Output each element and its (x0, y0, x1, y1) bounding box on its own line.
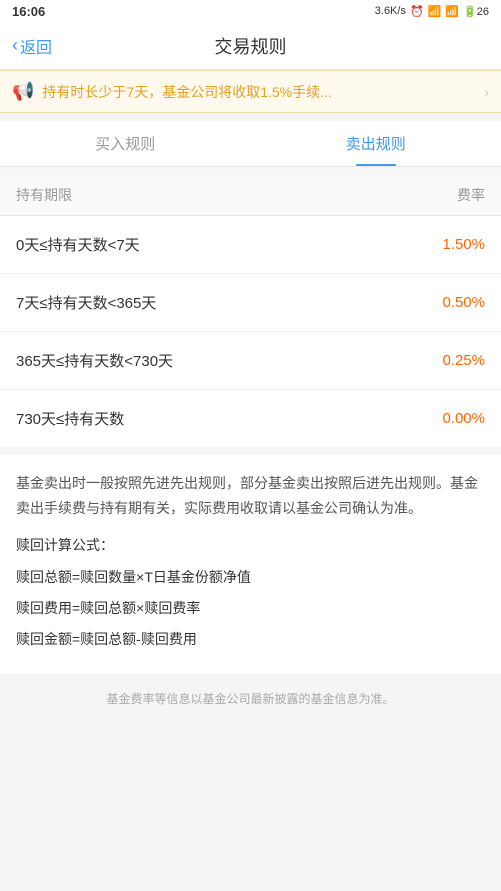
nav-bar: ‹ 返回 交易规则 (0, 22, 501, 70)
tab-bar: 买入规则 卖出规则 (0, 121, 501, 167)
arrow-right-icon: › (484, 84, 489, 100)
formula-3: 赎回金额=赎回总额-赎回费用 (16, 627, 485, 652)
period-value: 7天≤持有天数<365天 (16, 292, 156, 313)
table-row: 365天≤持有天数<730天 0.25% (0, 332, 501, 390)
description-block: 基金卖出时一般按照先进先出规则，部分基金卖出按照后进先出规则。基金卖出手续费与持… (0, 455, 501, 674)
period-value: 730天≤持有天数 (16, 408, 124, 429)
speaker-icon: 📢 (12, 81, 34, 102)
speed-indicator: 3.6K/s (375, 5, 406, 17)
period-value: 365天≤持有天数<730天 (16, 350, 173, 371)
status-time: 16:06 (12, 4, 45, 19)
rate-value: 0.50% (442, 294, 485, 311)
signal-icon-2: 📶 (445, 5, 459, 18)
formula-2: 赎回费用=赎回总额×赎回费率 (16, 596, 485, 621)
footer-note: 基金费率等信息以基金公司最新披露的基金信息为准。 (0, 674, 501, 723)
status-bar: 16:06 3.6K/s ⏰ 📶 📶 🔋26 (0, 0, 501, 22)
clock-icon: ⏰ (410, 5, 424, 18)
signal-icon: 📶 (428, 5, 442, 18)
page-title: 交易规则 (215, 33, 287, 59)
rate-value: 1.50% (442, 236, 485, 253)
back-label: 返回 (20, 34, 52, 58)
period-value: 0天≤持有天数<7天 (16, 234, 140, 255)
formula-1: 赎回总额=赎回数量×T日基金份额净值 (16, 565, 485, 590)
tab-buy-rules[interactable]: 买入规则 (0, 121, 251, 166)
formula-title: 赎回计算公式： (16, 533, 485, 558)
table-row: 7天≤持有天数<365天 0.50% (0, 274, 501, 332)
header-rate: 费率 (457, 185, 485, 205)
status-icons: 3.6K/s ⏰ 📶 📶 🔋26 (375, 5, 489, 18)
rules-table: 持有期限 费率 0天≤持有天数<7天 1.50% 7天≤持有天数<365天 0.… (0, 175, 501, 447)
rate-value: 0.00% (442, 410, 485, 427)
chevron-left-icon: ‹ (12, 35, 18, 56)
header-period: 持有期限 (16, 185, 72, 205)
alert-text: 持有时长少于7天，基金公司将收取1.5%手续... (42, 82, 476, 102)
table-row: 730天≤持有天数 0.00% (0, 390, 501, 447)
alert-banner[interactable]: 📢 持有时长少于7天，基金公司将收取1.5%手续... › (0, 70, 501, 113)
back-button[interactable]: ‹ 返回 (12, 34, 52, 58)
tab-sell-rules[interactable]: 卖出规则 (251, 121, 501, 166)
description-paragraph-1: 基金卖出时一般按照先进先出规则，部分基金卖出按照后进先出规则。基金卖出手续费与持… (16, 471, 485, 521)
table-row: 0天≤持有天数<7天 1.50% (0, 216, 501, 274)
rate-value: 0.25% (442, 352, 485, 369)
table-header: 持有期限 费率 (0, 175, 501, 216)
battery-icon: 🔋26 (463, 5, 489, 18)
